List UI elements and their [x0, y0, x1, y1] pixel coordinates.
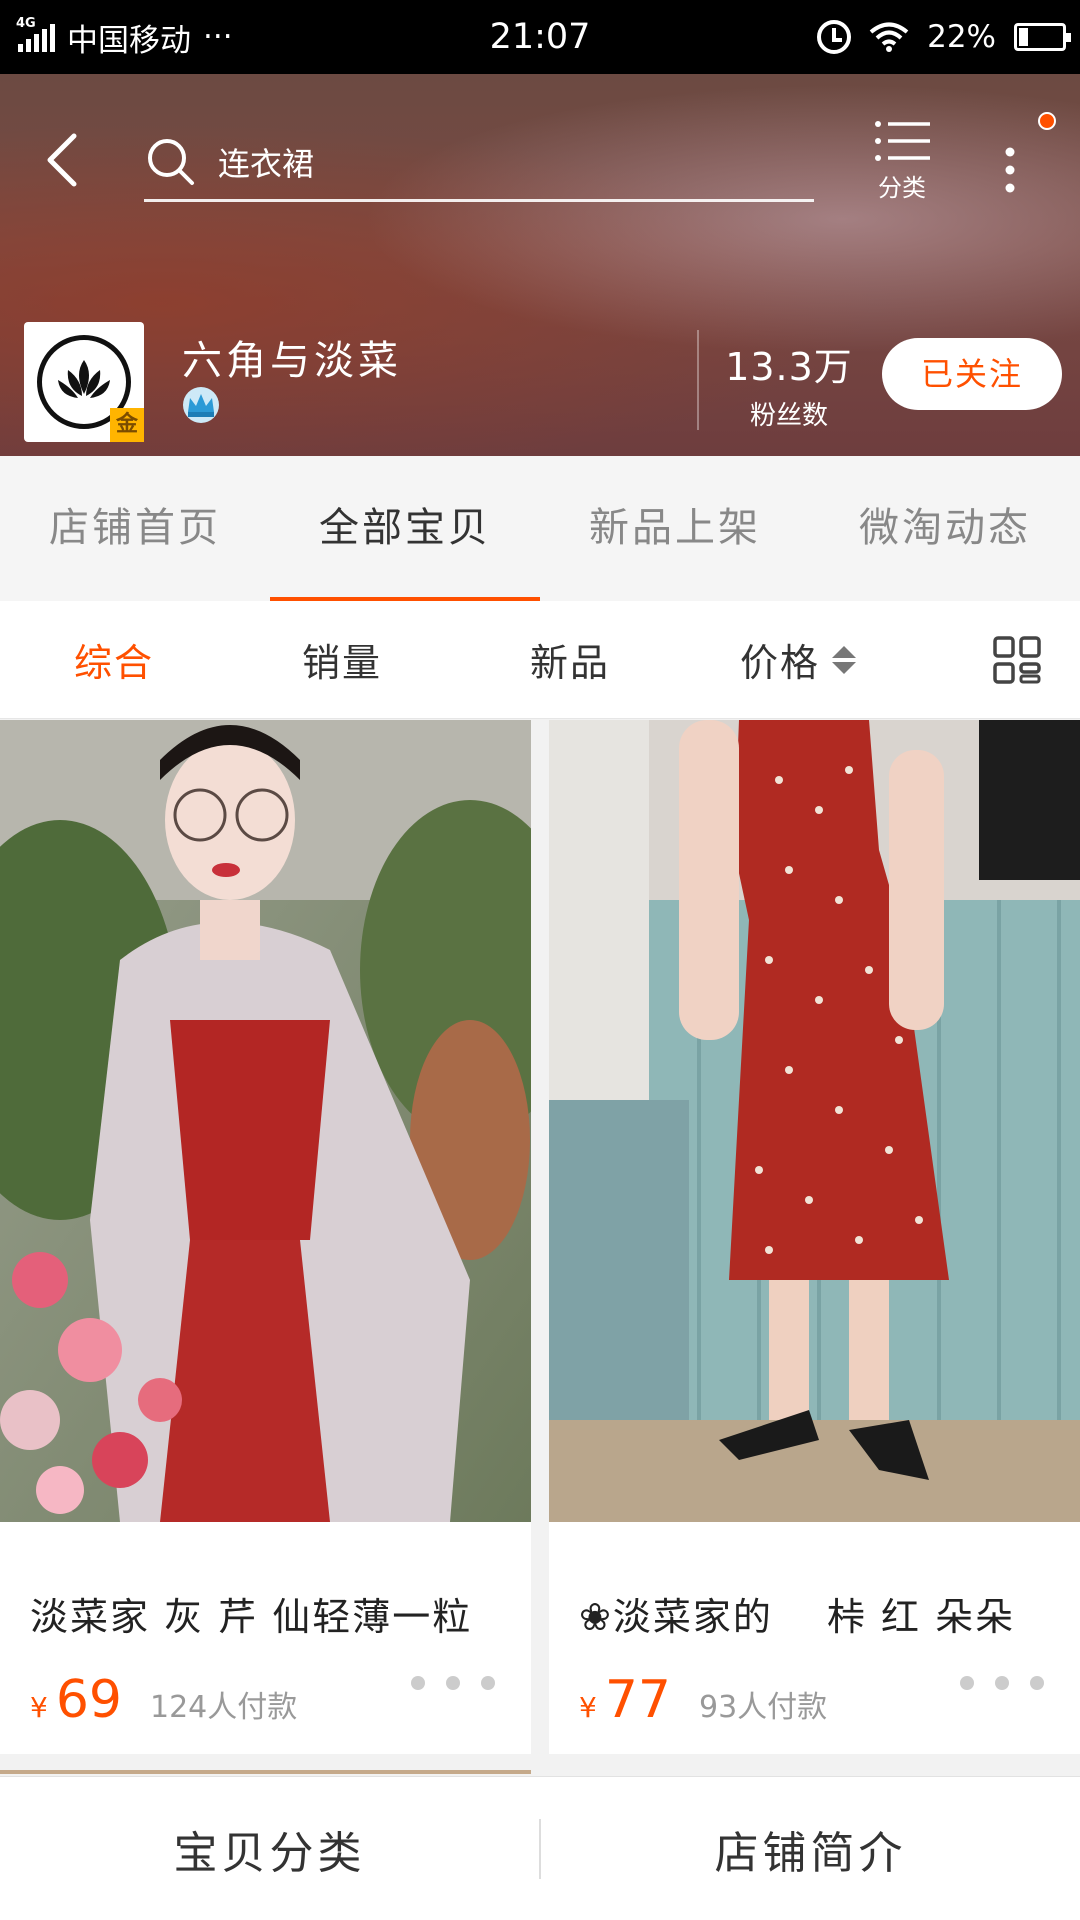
category-button[interactable]: 分类	[860, 118, 944, 218]
sort-sales[interactable]: 销量	[228, 632, 456, 687]
list-icon	[875, 121, 930, 161]
fans-stat: 13.3万 粉丝数	[714, 336, 864, 432]
search-input[interactable]: 连衣裙	[144, 124, 814, 202]
product-image[interactable]	[549, 720, 1080, 1522]
tab-weitao[interactable]: 微淘动态	[810, 456, 1080, 601]
sort-bar: 综合 销量 新品 价格	[0, 601, 1080, 719]
grid-view-icon[interactable]	[992, 635, 1042, 685]
status-bar: 4G 中国移动 ··· 21:07 22%	[0, 0, 1080, 74]
notification-dot	[1038, 112, 1056, 130]
sold-count: 93人付款	[699, 1690, 828, 1725]
sort-arrows-icon	[832, 645, 856, 674]
product-grid: 淡菜家 灰 芹 仙轻薄一粒 ¥ 69 124人付款 ❀淡菜家的 桛 红 朵朵 ¥…	[0, 720, 1080, 1754]
shop-name: 六角与淡菜	[182, 338, 402, 384]
wifi-icon	[869, 22, 909, 52]
product-price: 77	[604, 1670, 671, 1730]
product-image[interactable]	[0, 720, 531, 1522]
shop-intro-button[interactable]: 店铺简介	[541, 1817, 1080, 1881]
product-price: 69	[55, 1670, 122, 1730]
bottom-bar: 宝贝分类 店铺简介	[0, 1776, 1080, 1920]
currency-symbol: ¥	[30, 1691, 48, 1724]
sort-label: 综合	[73, 641, 154, 685]
search-query: 连衣裙	[218, 144, 315, 183]
more-options-icon[interactable]	[990, 130, 1030, 210]
price-row: ¥ 77 93人付款	[579, 1670, 827, 1730]
tab-all-items[interactable]: 全部宝贝	[270, 456, 540, 601]
product-card[interactable]: 淡菜家 灰 芹 仙轻薄一粒 ¥ 69 124人付款	[0, 720, 531, 1754]
more-dots-icon[interactable]	[411, 1668, 495, 1698]
tab-new-arrivals[interactable]: 新品上架	[540, 456, 810, 601]
product-card[interactable]: ❀淡菜家的 桛 红 朵朵 ¥ 77 93人付款	[549, 720, 1080, 1754]
product-title: ❀淡菜家的 桛 红 朵朵	[579, 1595, 1016, 1639]
follow-button[interactable]: 已关注	[882, 338, 1062, 410]
shop-logo[interactable]: 金	[24, 322, 144, 442]
sort-new[interactable]: 新品	[456, 632, 684, 687]
next-card-edge	[0, 1770, 531, 1774]
currency-symbol: ¥	[579, 1691, 597, 1724]
tab-shop-home[interactable]: 店铺首页	[0, 456, 270, 601]
price-row: ¥ 69 124人付款	[30, 1670, 297, 1730]
status-right: 22%	[817, 0, 1071, 74]
sort-label: 价格	[739, 641, 820, 685]
sold-count: 124人付款	[150, 1690, 298, 1725]
more-dots-icon[interactable]	[960, 1668, 1044, 1698]
back-icon[interactable]	[36, 130, 96, 190]
fans-label: 粉丝数	[749, 401, 828, 431]
shop-tabs: 店铺首页 全部宝贝 新品上架 微淘动态	[0, 456, 1080, 601]
battery-icon	[1014, 23, 1071, 51]
sort-price[interactable]: 价格	[684, 632, 912, 687]
product-title: 淡菜家 灰 芹 仙轻薄一粒	[30, 1595, 473, 1639]
sort-label: 销量	[301, 641, 382, 685]
category-label: 分类	[878, 174, 926, 202]
crown-icon	[183, 387, 219, 423]
header-divider	[697, 330, 699, 430]
sort-comprehensive[interactable]: 综合	[0, 632, 228, 687]
item-category-button[interactable]: 宝贝分类	[0, 1817, 539, 1881]
alarm-icon	[817, 20, 852, 54]
battery-percent: 22%	[927, 19, 996, 55]
fans-count: 13.3万	[725, 345, 853, 389]
sort-label: 新品	[529, 641, 610, 685]
gold-seller-badge: 金	[110, 408, 144, 442]
shop-header: 连衣裙 分类 金 六角与淡菜 13.3万 粉丝数 已关注	[0, 74, 1080, 456]
search-icon	[148, 138, 194, 185]
